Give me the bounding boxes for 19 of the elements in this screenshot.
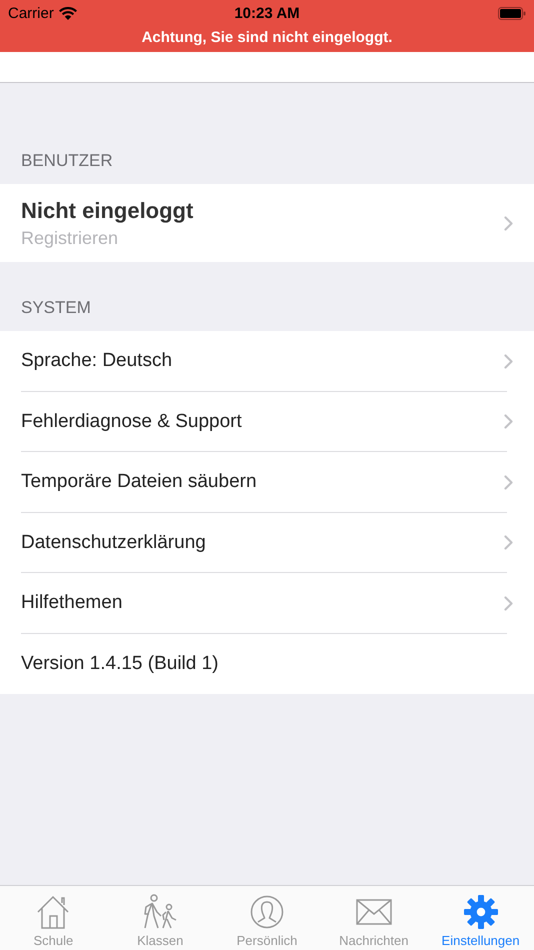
- section-header: SYSTEM: [21, 298, 91, 318]
- account-status: Nicht eingeloggt: [21, 198, 194, 224]
- clock-time: 10:23 AM: [234, 4, 300, 22]
- tab-item[interactable]: Einstellungen: [427, 886, 534, 950]
- carrier-label: Carrier: [8, 4, 54, 22]
- house-icon: [36, 895, 70, 929]
- row-title: Datenschutzerklärung: [21, 532, 206, 554]
- person-icon: [250, 895, 284, 929]
- row-title: Fehlerdiagnose & Support: [21, 410, 242, 433]
- section-header: BENUTZER: [21, 151, 113, 171]
- settings-icon: [464, 895, 498, 929]
- envelope-icon: [356, 898, 392, 926]
- row-title: Sprache: Deutsch: [21, 350, 172, 372]
- wifi-icon: [58, 6, 77, 20]
- row-title: Hilfethemen: [21, 592, 122, 614]
- warning-text: Achtung, Sie sind nicht eingeloggt.: [142, 28, 392, 48]
- row-title: Version 1.4.15 (Build 1): [21, 652, 219, 675]
- row-title: Temporäre Dateien säubern: [21, 471, 257, 494]
- battery-icon: [498, 6, 526, 20]
